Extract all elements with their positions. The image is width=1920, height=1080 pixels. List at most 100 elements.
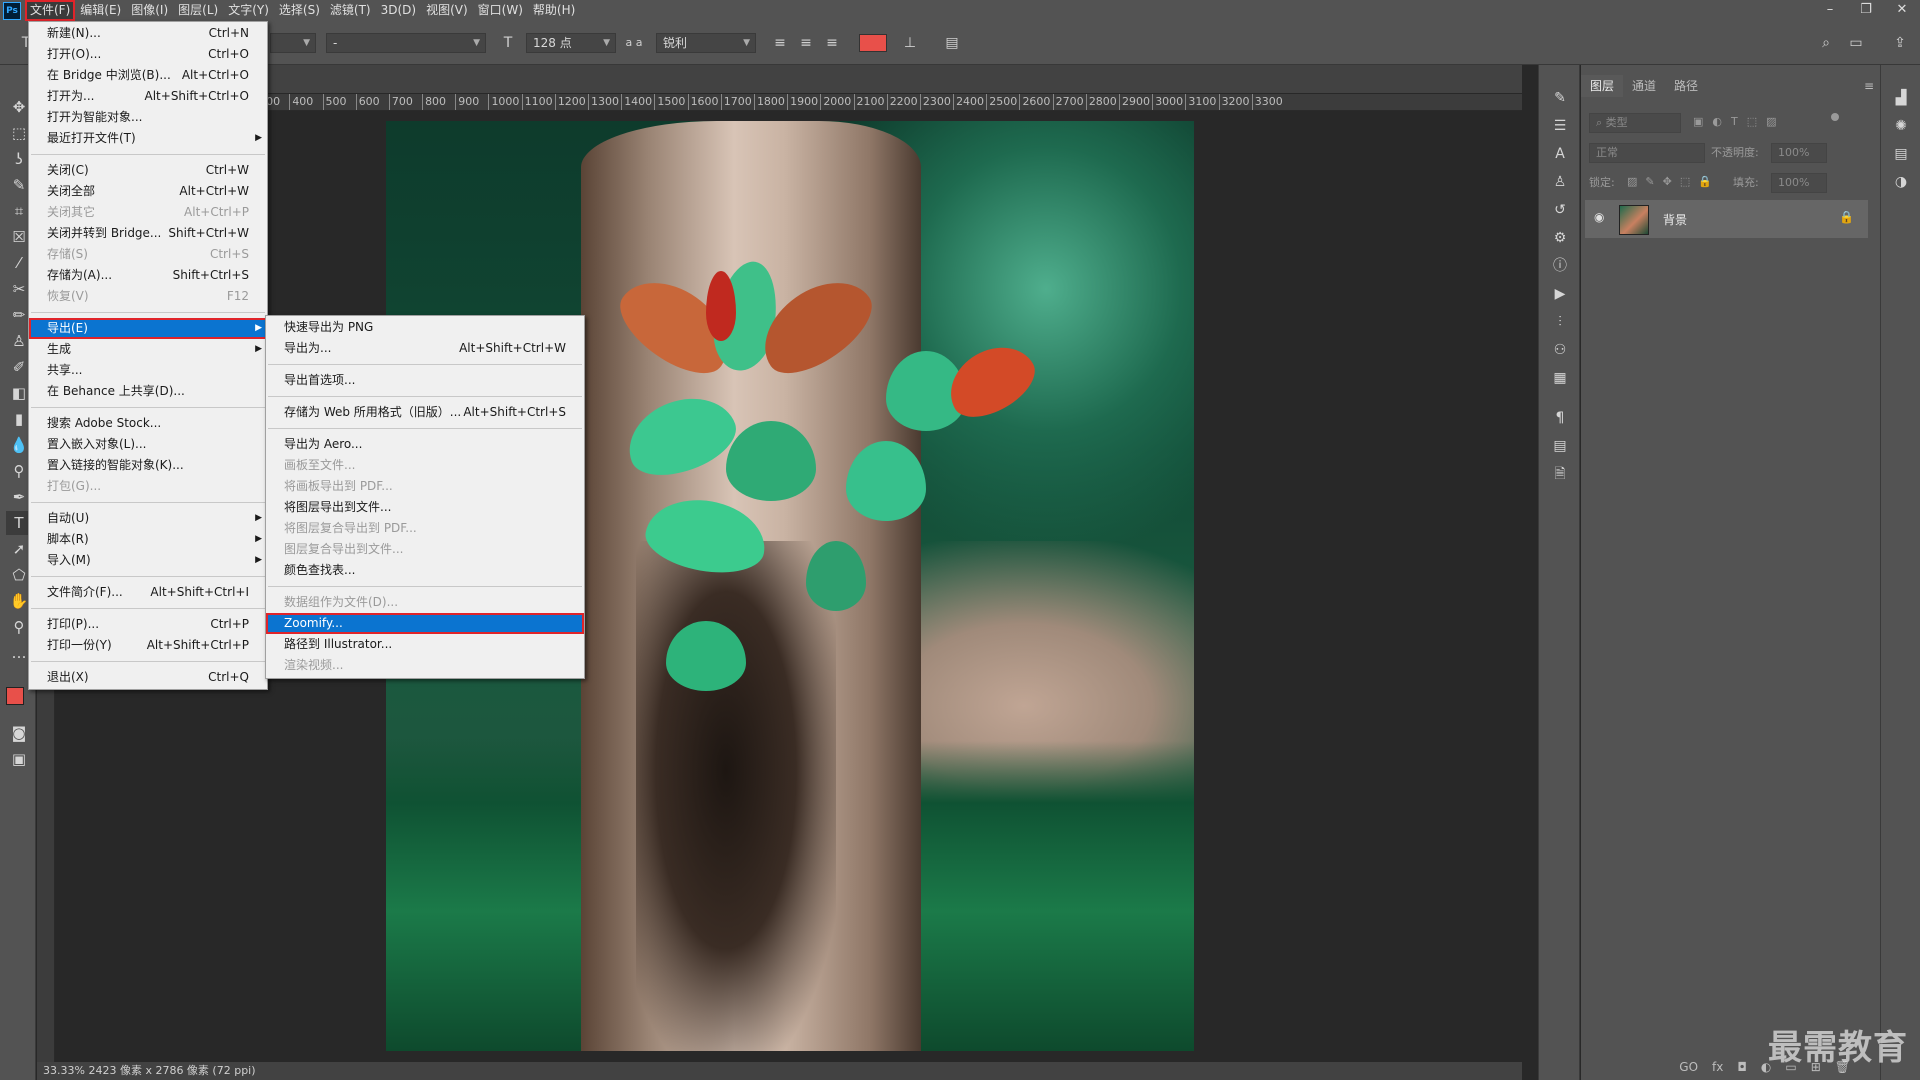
menu-item-place-linked[interactable]: 置入链接的智能对象(K)...	[29, 455, 267, 476]
layer-name: 背景	[1663, 213, 1688, 227]
text-color-swatch[interactable]	[859, 34, 887, 52]
menu-item-close[interactable]: 关闭(C) Ctrl+W	[29, 160, 267, 181]
link-layers-icon[interactable]: GO	[1679, 1060, 1698, 1074]
menu-window[interactable]: 窗口(W)	[473, 0, 528, 21]
timeline-icon[interactable]: ⫶	[1549, 311, 1571, 333]
menu-item-exit[interactable]: 退出(X) Ctrl+Q	[29, 667, 267, 688]
info-icon[interactable]: ⓘ	[1549, 255, 1571, 277]
histogram-icon[interactable]: ▟	[1890, 87, 1912, 109]
menu-edit[interactable]: 编辑(E)	[75, 0, 126, 21]
layer-filter-icons[interactable]: ▣◐T⬚▨	[1693, 115, 1786, 128]
character-icon[interactable]: A	[1549, 143, 1571, 165]
align-center-icon[interactable]: ≡	[796, 33, 816, 53]
panel-menu-icon[interactable]: ≡	[1864, 79, 1874, 93]
foreground-color-swatch[interactable]	[6, 687, 24, 705]
align-left-icon[interactable]: ≡	[770, 33, 790, 53]
menu-filter[interactable]: 滤镜(T)	[325, 0, 376, 21]
tab-channels[interactable]: 通道	[1623, 75, 1665, 97]
anti-alias-dropdown[interactable]: 锐利 ▼	[656, 33, 756, 53]
menu-item-open-smart-object[interactable]: 打开为智能对象...	[29, 107, 267, 128]
menu-item-paths-to-illustrator[interactable]: 路径到 Illustrator...	[266, 634, 584, 655]
menu-item-export-preferences[interactable]: 导出首选项...	[266, 370, 584, 391]
tool-presets-icon[interactable]: ⚙	[1549, 227, 1571, 249]
menu-item-file-info[interactable]: 文件简介(F)... Alt+Shift+Ctrl+I	[29, 582, 267, 603]
warp-text-icon[interactable]: ⊥	[900, 33, 920, 53]
menu-item-open-as[interactable]: 打开为... Alt+Shift+Ctrl+O	[29, 86, 267, 107]
tab-layers[interactable]: 图层	[1581, 75, 1624, 97]
menu-item-zoomify[interactable]: Zoomify...	[266, 613, 584, 634]
close-icon[interactable]: ✕	[1884, 0, 1920, 21]
navigator-icon[interactable]: ✺	[1890, 115, 1912, 137]
minimize-icon[interactable]: –	[1812, 0, 1848, 21]
table-icon[interactable]: ▦	[1549, 367, 1571, 389]
document-info[interactable]: 2423 像素 x 2786 像素 (72 ppi)	[88, 1064, 255, 1077]
menu-item-layers-to-files[interactable]: 将图层导出到文件...	[266, 497, 584, 518]
menu-item-new[interactable]: 新建(N)... Ctrl+N	[29, 23, 267, 44]
blend-mode-dropdown[interactable]: 正常	[1589, 143, 1705, 163]
menu-item-save-as[interactable]: 存储为(A)... Shift+Ctrl+S	[29, 265, 267, 286]
tab-paths[interactable]: 路径	[1665, 75, 1707, 97]
menu-item-quick-export-png[interactable]: 快速导出为 PNG	[266, 317, 584, 338]
menu-image[interactable]: 图像(I)	[126, 0, 173, 21]
align-right-icon[interactable]: ≡	[822, 33, 842, 53]
workspace-icon[interactable]: ▭	[1846, 33, 1866, 53]
zoom-level[interactable]: 33.33%	[43, 1064, 85, 1077]
menu-item-close-goto-bridge[interactable]: 关闭并转到 Bridge... Shift+Ctrl+W	[29, 223, 267, 244]
history-icon[interactable]: ↺	[1549, 199, 1571, 221]
menu-item-export-as[interactable]: 导出为... Alt+Shift+Ctrl+W	[266, 338, 584, 359]
adjustments-icon[interactable]: ☰	[1549, 115, 1571, 137]
menu-item-save-for-web[interactable]: 存储为 Web 所用格式（旧版）... Alt+Shift+Ctrl+S	[266, 402, 584, 423]
menu-item-place-embedded[interactable]: 置入嵌入对象(L)...	[29, 434, 267, 455]
layer-filter-dropdown[interactable]: ⌕ 类型	[1589, 113, 1681, 133]
menu-item-scripts[interactable]: 脚本(R) ▶	[29, 529, 267, 550]
menu-item-share[interactable]: 共享...	[29, 360, 267, 381]
menu-type[interactable]: 文字(Y)	[223, 0, 274, 21]
menu-item-share-behance[interactable]: 在 Behance 上共享(D)...	[29, 381, 267, 402]
mask-icon[interactable]: ◘	[1737, 1060, 1747, 1074]
menu-item-print-one[interactable]: 打印一份(Y) Alt+Shift+Ctrl+P	[29, 635, 267, 656]
menu-item-recent-files[interactable]: 最近打开文件(T) ▶	[29, 128, 267, 149]
fill-field[interactable]: 100%	[1771, 173, 1827, 193]
paragraph-icon[interactable]: ¶	[1549, 407, 1571, 429]
lock-icons[interactable]: ▨✎✥⬚🔒	[1627, 175, 1720, 188]
quick-mask-icon[interactable]: ◙	[6, 721, 32, 745]
menu-item-automate[interactable]: 自动(U) ▶	[29, 508, 267, 529]
share-icon[interactable]: ⇪	[1890, 33, 1910, 53]
actions-icon[interactable]: ▶	[1549, 283, 1571, 305]
menu-item-open[interactable]: 打开(O)... Ctrl+O	[29, 44, 267, 65]
menu-item-print[interactable]: 打印(P)... Ctrl+P	[29, 614, 267, 635]
menu-item-import[interactable]: 导入(M) ▶	[29, 550, 267, 571]
opacity-field[interactable]: 100%	[1771, 143, 1827, 163]
menu-item-close-all[interactable]: 关闭全部 Alt+Ctrl+W	[29, 181, 267, 202]
menu-file[interactable]: 文件(F)	[25, 0, 76, 21]
menu-layer[interactable]: 图层(L)	[173, 0, 223, 21]
menu-item-color-lookup-tables[interactable]: 颜色查找表...	[266, 560, 584, 581]
search-icon[interactable]: ⌕	[1816, 33, 1836, 53]
menu-item-browse-bridge[interactable]: 在 Bridge 中浏览(B)... Alt+Ctrl+O	[29, 65, 267, 86]
filter-toggle-icon[interactable]	[1831, 113, 1839, 121]
menu-view[interactable]: 视图(V)	[421, 0, 473, 21]
menu-item-export-aero[interactable]: 导出为 Aero...	[266, 434, 584, 455]
screen-mode-icon[interactable]: ▣	[6, 747, 32, 771]
font-style-dropdown[interactable]: - ▼	[326, 33, 486, 53]
menu-select[interactable]: 选择(S)	[274, 0, 325, 21]
menu-item-export[interactable]: 导出(E) ▶	[29, 318, 267, 339]
menu-item-generate[interactable]: 生成 ▶	[29, 339, 267, 360]
libraries-icon[interactable]: ▤	[1890, 143, 1912, 165]
menu-item-search-stock[interactable]: 搜索 Adobe Stock...	[29, 413, 267, 434]
character-panel-icon[interactable]: ▤	[942, 33, 962, 53]
3d-icon[interactable]: ⚇	[1549, 339, 1571, 361]
clone-source-icon[interactable]: ♙	[1549, 171, 1571, 193]
visibility-eye-icon[interactable]: ◉	[1594, 210, 1604, 224]
font-family-dropdown[interactable]: ▼	[270, 33, 316, 53]
menu-3d[interactable]: 3D(D)	[376, 0, 421, 21]
paragraph-styles-icon[interactable]: ▤	[1549, 435, 1571, 457]
brush-settings-icon[interactable]: ✎	[1549, 87, 1571, 109]
menu-help[interactable]: 帮助(H)	[528, 0, 580, 21]
layer-row-background[interactable]: ◉ 背景 🔒	[1585, 200, 1868, 238]
notes-icon[interactable]: 🗎	[1549, 463, 1571, 485]
restore-icon[interactable]: ❐	[1848, 0, 1884, 21]
adjustments-panel-icon[interactable]: ◑	[1890, 171, 1912, 193]
font-size-field[interactable]: 128 点 ▼	[526, 33, 616, 53]
fx-icon[interactable]: fx	[1712, 1060, 1723, 1074]
